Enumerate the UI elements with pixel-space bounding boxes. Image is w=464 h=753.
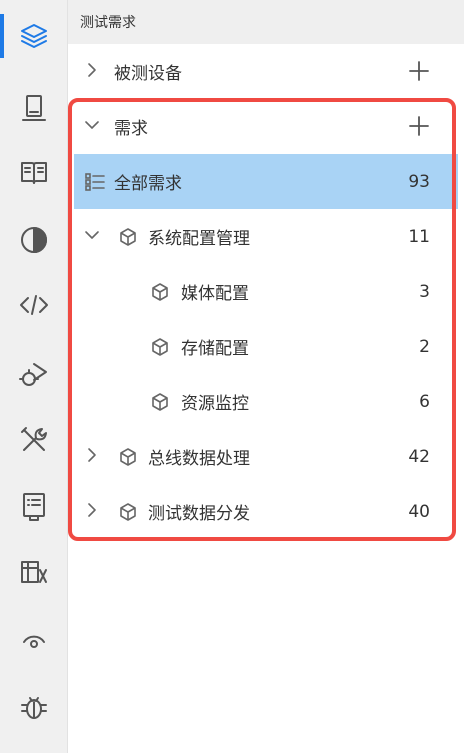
chevron-right-icon[interactable] [82,60,102,80]
list-icon [84,171,106,193]
tree-node-all-requirements[interactable]: 全部需求 93 [74,154,458,209]
active-indicator [0,14,4,58]
layers-icon[interactable] [16,18,52,54]
chevron-down-icon[interactable] [82,225,102,245]
chevron-right-icon[interactable] [82,445,102,465]
module-cube-icon [150,392,170,412]
tree-node-resource-monitor[interactable]: 资源监控 6 [68,374,464,429]
add-device-button[interactable] [408,60,430,82]
module-cube-icon [118,227,138,247]
node-label: 被测设备 [114,64,182,84]
node-count: 2 [419,336,430,357]
module-cube-icon [150,337,170,357]
tree-node-system-config[interactable]: 系统配置管理 11 [68,209,464,264]
node-label: 媒体配置 [181,284,249,304]
node-count: 42 [408,446,430,467]
tools-icon[interactable] [16,422,52,458]
node-label: 总线数据处理 [148,449,250,469]
panel-title: 测试需求 [68,0,464,44]
chevron-right-icon[interactable] [82,500,102,520]
tree-node-devices[interactable]: 被测设备 [68,44,464,99]
folder-table-icon[interactable] [16,554,52,590]
module-cube-icon [118,502,138,522]
tree-node-media-config[interactable]: 媒体配置 3 [68,264,464,319]
debug-icon[interactable] [16,688,52,724]
bug-run-icon[interactable] [16,356,52,392]
contrast-icon[interactable] [16,222,52,258]
tree-node-test-data-dist[interactable]: 测试数据分发 40 [68,484,464,539]
activity-rail [0,0,68,753]
node-label: 存储配置 [181,339,249,359]
requirements-panel: 测试需求 被测设备 需求 全部需求 93 系统配置管理 11 媒体配置 3 存储… [68,0,464,753]
signal-icon[interactable] [16,620,52,656]
add-requirement-button[interactable] [408,115,430,137]
node-label: 测试数据分发 [148,504,250,524]
tree-node-storage-config[interactable]: 存储配置 2 [68,319,464,374]
node-label: 资源监控 [181,394,249,414]
module-cube-icon [118,447,138,467]
node-count: 40 [408,501,430,522]
tree-node-bus-data[interactable]: 总线数据处理 42 [68,429,464,484]
tree-node-requirements[interactable]: 需求 [68,99,464,154]
module-cube-icon [150,282,170,302]
node-label: 系统配置管理 [148,229,250,249]
node-count: 11 [408,226,430,247]
book-icon[interactable] [16,154,52,190]
requirements-tree: 被测设备 需求 全部需求 93 系统配置管理 11 媒体配置 3 存储配置 2 … [68,44,464,753]
code-icon[interactable] [16,287,52,323]
node-count: 3 [419,281,430,302]
node-count: 93 [408,171,430,192]
chevron-down-icon[interactable] [82,115,102,135]
node-label: 全部需求 [114,174,182,194]
node-label: 需求 [114,119,148,139]
node-count: 6 [419,391,430,412]
report-icon[interactable] [16,488,52,524]
device-icon[interactable] [16,90,52,126]
